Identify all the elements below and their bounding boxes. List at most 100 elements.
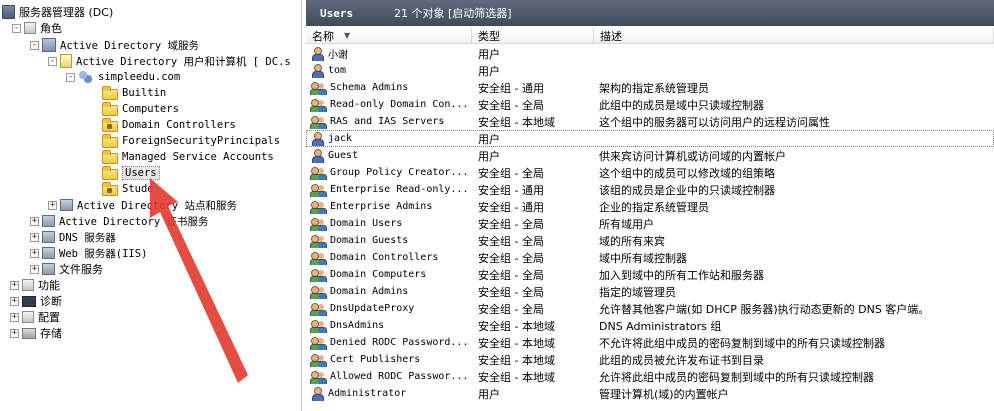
cell-name: RAS and IAS Servers (310, 115, 472, 129)
cell-description: 这个组中的服务器可以访问用户的远程访问属性 (599, 115, 830, 129)
table-row[interactable]: DnsAdmins 安全组 - 本地域 DNS Administrators 组 (306, 317, 994, 334)
tree-node-web-iis[interactable]: + Web 服务器(IIS) (30, 245, 147, 261)
cell-name: Denied RODC Password... (310, 336, 472, 350)
group-icon (310, 302, 327, 316)
table-row[interactable]: jack 用户 (306, 130, 994, 147)
table-row[interactable]: Domain Controllers 安全组 - 全局 域中所有域控制器 (306, 249, 994, 266)
expand-toggle[interactable]: + (30, 232, 39, 242)
collapse-toggle[interactable]: - (30, 40, 39, 50)
cell-description: 供来宾访问计算机或访问域的内置帐户 (599, 149, 786, 163)
expand-toggle[interactable]: + (10, 280, 19, 290)
tree-node-dns[interactable]: + DNS 服务器 (30, 229, 116, 245)
tree-node-configuration[interactable]: + 配置 (10, 309, 60, 325)
tree-node-ad-sites[interactable]: + Active Directory 站点和服务 (48, 197, 237, 213)
column-header-name[interactable]: 名称 ▼ (306, 28, 472, 44)
tree-node-users[interactable]: Users (102, 165, 160, 181)
expand-toggle[interactable]: + (10, 328, 19, 338)
table-row[interactable]: Domain Admins 安全组 - 全局 指定的域管理员 (306, 283, 994, 300)
tree-node-builtin[interactable]: Builtin (102, 85, 166, 101)
table-row[interactable]: Schema Admins 安全组 - 通用 架构的指定系统管理员 (306, 79, 994, 96)
cell-name: Cert Publishers (310, 353, 472, 367)
tree-node-label: ForeignSecurityPrincipals (122, 135, 281, 147)
tree-node-managed-service-accounts[interactable]: Managed Service Accounts (102, 149, 274, 165)
table-row[interactable]: tom 用户 (306, 62, 994, 79)
tree-node-label: Active Directory 证书服务 (59, 215, 209, 228)
column-header-label: 名称 (312, 29, 334, 43)
column-header-type[interactable]: 类型 (472, 28, 594, 44)
tree-node-ad-users-computers[interactable]: - Active Directory 用户和计算机 [ DC.s (48, 53, 291, 69)
expand-toggle[interactable]: + (10, 296, 19, 306)
tree-node-domain[interactable]: - simpleedu.com (66, 69, 180, 85)
tree-node-ad-ds[interactable]: - Active Directory 域服务 (30, 37, 199, 53)
expand-toggle[interactable]: + (10, 312, 19, 322)
server-manager-icon (2, 5, 15, 19)
table-row[interactable]: Group Policy Creator... 安全组 - 全局 这个组中的成员可以… (306, 164, 994, 181)
cell-type: 安全组 - 本地域 (478, 319, 555, 333)
group-icon (310, 115, 327, 129)
table-row[interactable]: RAS and IAS Servers 安全组 - 本地域 这个组中的服务器可以访问… (306, 113, 994, 130)
expand-toggle[interactable]: + (30, 216, 39, 226)
console-tree[interactable]: 服务器管理器 (DC) - 角色 - Active Directory 域服务 … (0, 0, 302, 411)
web-icon (42, 247, 55, 259)
object-name: Allowed RODC Passwor... (330, 371, 469, 382)
collapse-toggle[interactable]: - (12, 23, 21, 33)
table-row[interactable]: Read-only Domain Con... 安全组 - 全局 此组中的成员是域中… (306, 96, 994, 113)
tree-node-server-manager[interactable]: 服务器管理器 (DC) (2, 4, 113, 20)
expand-toggle[interactable]: + (30, 248, 39, 258)
table-row[interactable]: Enterprise Read-only... 安全组 - 通用 该组的成员是企业中… (306, 181, 994, 198)
column-header-label: 描述 (600, 29, 622, 43)
object-name: Domain Users (330, 218, 403, 229)
column-header-description[interactable]: 描述 (594, 28, 994, 44)
table-row[interactable]: Guest 用户 供来宾访问计算机或访问域的内置帐户 (306, 147, 994, 164)
tree-node-domain-controllers[interactable]: Domain Controllers (102, 117, 236, 133)
group-icon (310, 234, 327, 248)
cell-name: Guest (310, 148, 472, 163)
tree-node-computers[interactable]: Computers (102, 101, 179, 117)
cell-type: 用户 (478, 387, 500, 401)
object-name: Guest (328, 150, 359, 161)
tree-node-label: Builtin (122, 87, 167, 99)
expand-toggle[interactable]: + (30, 264, 39, 274)
tree-node-foreign-security-principals[interactable]: ForeignSecurityPrincipals (102, 133, 280, 149)
cell-name: Domain Users (310, 217, 472, 231)
table-row[interactable]: Administrator 用户 管理计算机(域)的内置帐户 (306, 385, 994, 402)
column-header-label: 类型 (478, 29, 500, 43)
cell-type: 安全组 - 通用 (478, 200, 544, 214)
tree-node-storage[interactable]: + 存储 (10, 325, 62, 341)
table-row[interactable]: Denied RODC Password... 安全组 - 本地域 不允许将此组中成… (306, 334, 994, 351)
dns-icon (42, 231, 55, 243)
cell-name: Administrator (310, 386, 472, 401)
collapse-toggle[interactable]: - (48, 56, 57, 66)
tree-node-ad-cert[interactable]: + Active Directory 证书服务 (30, 213, 208, 229)
table-row[interactable]: Enterprise Admins 安全组 - 通用 企业的指定系统管理员 (306, 198, 994, 215)
tree-node-label: Users (122, 166, 160, 180)
table-row[interactable]: Cert Publishers 安全组 - 本地域 此组的成员被允许发布证书到目录 (306, 351, 994, 368)
table-row[interactable]: Allowed RODC Passwor... 安全组 - 本地域 允许将此组中成员… (306, 368, 994, 385)
expand-toggle[interactable]: + (48, 200, 57, 210)
cell-name: Domain Admins (310, 285, 472, 299)
cell-description: 此组的成员被允许发布证书到目录 (599, 353, 764, 367)
cell-name: DnsUpdateProxy (310, 302, 472, 316)
cell-type: 安全组 - 全局 (478, 234, 544, 248)
user-icon (310, 386, 324, 401)
group-icon (310, 336, 327, 350)
tree-node-roles[interactable]: - 角色 (12, 20, 62, 36)
table-row[interactable]: DnsUpdateProxy 安全组 - 全局 允许替其他客户端(如 DHCP 服务… (306, 300, 994, 317)
config-icon (22, 311, 34, 323)
table-row[interactable]: Domain Guests 安全组 - 全局 域的所有来宾 (306, 232, 994, 249)
table-row[interactable]: Domain Users 安全组 - 全局 所有域用户 (306, 215, 994, 232)
table-row[interactable]: 小谢 用户 (306, 45, 994, 62)
user-icon (310, 131, 324, 146)
tree-node-students[interactable]: Stude (102, 181, 154, 197)
tree-node-file-services[interactable]: + 文件服务 (30, 261, 103, 277)
details-pane[interactable]: Users 21 个对象 [启动筛选器] 名称 ▼ 类型 描述 小谢 用户 tom 用… (306, 0, 994, 411)
tree-node-label: 服务器管理器 (DC) (19, 6, 114, 19)
collapse-toggle[interactable]: - (66, 72, 75, 82)
object-count[interactable]: 21 个对象 [启动筛选器] (394, 5, 512, 21)
tree-node-features[interactable]: + 功能 (10, 277, 60, 293)
tree-node-label: DNS 服务器 (59, 231, 116, 244)
object-name: jack (328, 133, 353, 144)
tree-node-diagnostics[interactable]: + 诊断 (10, 293, 62, 309)
table-row[interactable]: Domain Computers 安全组 - 全局 加入到域中的所有工作站和服务器 (306, 266, 994, 283)
object-name: Administrator (328, 388, 407, 399)
